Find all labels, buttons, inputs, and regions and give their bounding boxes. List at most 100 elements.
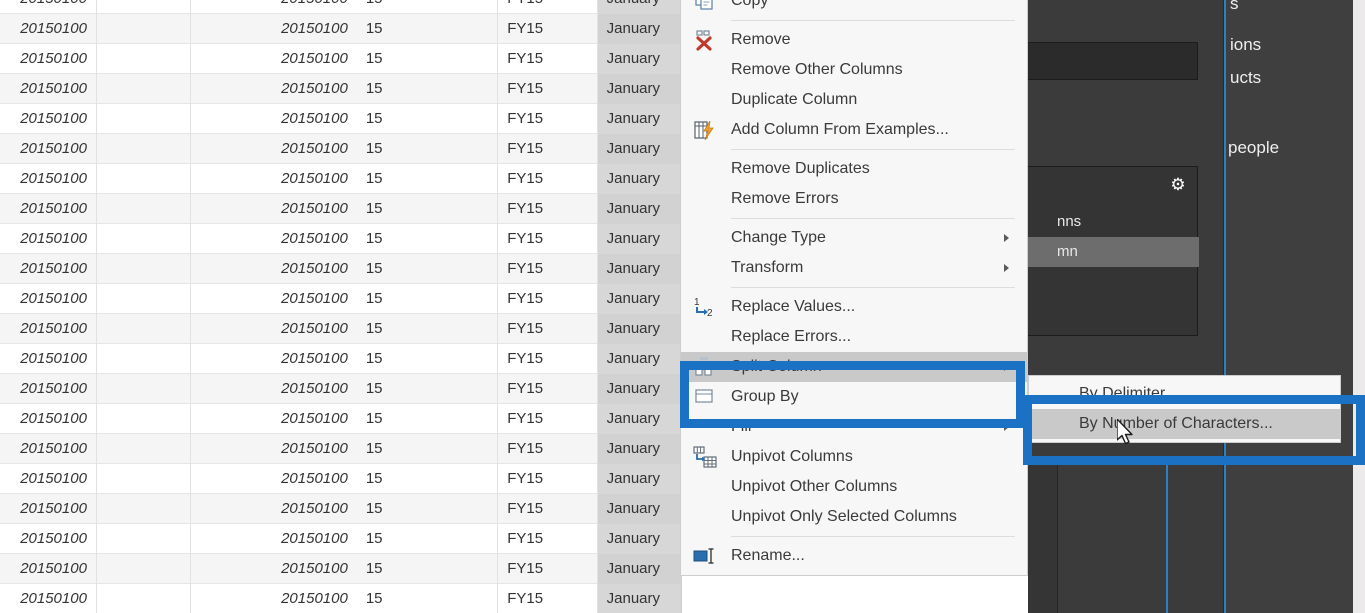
- cell-month: January: [597, 583, 682, 613]
- context-menu-item-label: Replace Errors...: [731, 328, 852, 345]
- menu-separator: [731, 20, 1015, 21]
- context-menu-item-replace-errors[interactable]: Replace Errors...: [681, 322, 1027, 352]
- table-row[interactable]: 201501002015010015FY15January: [0, 43, 682, 74]
- panel-vertical-divider: [1224, 0, 1226, 613]
- cell-index: 20150100: [0, 373, 97, 404]
- context-menu-item-remove-errors[interactable]: Remove Errors: [681, 184, 1027, 214]
- data-grid[interactable]: 20150100 20150100 15 FY15 January 20150100 201…: [0, 0, 682, 613]
- cell-month: January: [597, 433, 682, 464]
- context-menu-item-add-column-from-examples[interactable]: Add Column From Examples...: [681, 115, 1027, 145]
- context-menu-item-change-type[interactable]: Change Type: [681, 223, 1027, 253]
- context-menu-item-copy[interactable]: Copy: [681, 0, 1027, 16]
- table-row[interactable]: 201501002015010015FY15January: [0, 313, 682, 344]
- context-menu-item-remove[interactable]: Remove: [681, 25, 1027, 55]
- table-row[interactable]: 201501002015010015FY15January: [0, 463, 682, 494]
- table-row[interactable]: 201501002015010015FY15January: [0, 73, 682, 104]
- table-row[interactable]: 201501002015010015FY15January: [0, 103, 682, 134]
- cell-fifteen: 15: [357, 553, 499, 584]
- gear-icon[interactable]: ⚙: [1169, 176, 1187, 194]
- table-row[interactable]: 201501002015010015FY15January: [0, 13, 682, 44]
- table-row[interactable]: 201501002015010015FY15January: [0, 223, 682, 254]
- menu-separator: [731, 536, 1015, 537]
- query-settings-panel: ⚙ nns mn s ions ucts people: [968, 0, 1365, 613]
- menu-separator: [731, 218, 1015, 219]
- table-row[interactable]: 201501002015010015FY15January: [0, 193, 682, 224]
- submenu-item-label: By Number of Characters...: [1079, 415, 1273, 432]
- cell-spacer: [97, 13, 191, 44]
- cell-spacer: [97, 0, 191, 14]
- table-row[interactable]: 201501002015010015FY15January: [0, 0, 682, 14]
- context-menu-item-group-by[interactable]: Group By: [681, 382, 1027, 412]
- cell-fiscal-year: FY15: [498, 133, 598, 164]
- cell-spacer: [97, 103, 191, 134]
- context-menu-item-remove-duplicates[interactable]: Remove Duplicates: [681, 154, 1027, 184]
- cell-number: 20150100: [191, 0, 357, 14]
- cell-fifteen: 15: [357, 433, 499, 464]
- grid-rows-container: 20150100 20150100 15 FY15 January 20150100 201…: [0, 0, 682, 613]
- cell-fifteen: 15: [357, 103, 499, 134]
- context-menu-item-replace-values[interactable]: 1 2 Replace Values...: [681, 292, 1027, 322]
- table-row[interactable]: 201501002015010015FY15January: [0, 163, 682, 194]
- cell-fiscal-year: FY15: [498, 463, 598, 494]
- cell-fiscal-year: FY15: [498, 523, 598, 554]
- context-menu-item-label: Remove Other Columns: [731, 61, 903, 78]
- submenu-item-by-delimiter[interactable]: By Delimiter...: [1029, 379, 1340, 409]
- cell-fifteen: 15: [357, 313, 499, 344]
- cell-fifteen: 15: [357, 73, 499, 104]
- table-row[interactable]: 201501002015010015FY15January: [0, 553, 682, 584]
- context-menu-item-transform[interactable]: Transform: [681, 253, 1027, 283]
- submenu-item-by-number-of-characters[interactable]: By Number of Characters...: [1029, 409, 1340, 439]
- context-menu-item-duplicate-column[interactable]: Duplicate Column: [681, 85, 1027, 115]
- panel-partial-text-2[interactable]: ucts: [1230, 68, 1261, 88]
- cell-fiscal-year: FY15: [498, 193, 598, 224]
- context-menu-item-label: Remove Duplicates: [731, 160, 870, 177]
- column-context-menu[interactable]: Copy Remove Remove Other Columns Duplicate …: [680, 0, 1028, 576]
- cell-fifteen: 15: [357, 583, 499, 613]
- table-row[interactable]: 201501002015010015FY15January: [0, 343, 682, 374]
- table-row[interactable]: 201501002015010015FY15January: [0, 253, 682, 284]
- context-menu-item-rename[interactable]: Rename...: [681, 541, 1027, 571]
- context-menu-item-label: Unpivot Other Columns: [731, 478, 898, 495]
- cell-fiscal-year: FY15: [498, 253, 598, 284]
- chevron-right-icon: [1004, 363, 1009, 371]
- cell-fiscal-year: FY15: [498, 313, 598, 344]
- cell-number: 20150100: [281, 589, 348, 607]
- cell-index: 20150100: [0, 433, 97, 464]
- add-column-examples-icon: [693, 119, 717, 141]
- table-row[interactable]: 201501002015010015FY15January: [0, 433, 682, 464]
- table-row[interactable]: 201501002015010015FY15January: [0, 133, 682, 164]
- table-row[interactable]: 201501002015010015FY15January: [0, 523, 682, 554]
- cell-index: 20150100: [0, 133, 97, 164]
- panel-partial-text-3[interactable]: people: [1228, 138, 1279, 158]
- context-menu-item-unpivot-columns[interactable]: Unpivot Columns: [681, 442, 1027, 472]
- cell-number: 20150100: [281, 109, 348, 127]
- unpivot-icon: [693, 446, 717, 468]
- table-row[interactable]: 201501002015010015FY15January: [0, 373, 682, 404]
- cell-month: January: [597, 193, 682, 224]
- table-row[interactable]: 201501002015010015FY15January: [0, 403, 682, 434]
- context-menu-item-remove-other-columns[interactable]: Remove Other Columns: [681, 55, 1027, 85]
- cell-fiscal-year: FY15: [498, 43, 598, 74]
- table-row[interactable]: 201501002015010015FY15January: [0, 283, 682, 314]
- cell-spacer: [97, 583, 191, 613]
- cell-spacer: [97, 283, 191, 314]
- panel-partial-text-1[interactable]: ions: [1230, 35, 1261, 55]
- submenu-item-label: By Delimiter...: [1079, 385, 1178, 402]
- context-menu-item-split-column[interactable]: Split Column: [681, 352, 1027, 382]
- context-menu-item-fill[interactable]: Fill: [681, 412, 1027, 442]
- context-menu-item-label: Remove: [731, 31, 791, 48]
- context-menu-item-label: Add Column From Examples...: [731, 121, 949, 138]
- context-menu-item-label: Remove Errors: [731, 190, 839, 207]
- table-row[interactable]: 201501002015010015FY15January: [0, 493, 682, 524]
- context-menu-item-label: Transform: [731, 259, 804, 276]
- split-column-submenu[interactable]: By Delimiter... By Number of Characters..…: [1028, 375, 1341, 443]
- cell-fifteen: 15: [357, 283, 499, 314]
- cell-spacer: [97, 133, 191, 164]
- context-menu-item-unpivot-other-columns[interactable]: Unpivot Other Columns: [681, 472, 1027, 502]
- context-menu-item-unpivot-only-selected-columns[interactable]: Unpivot Only Selected Columns: [681, 502, 1027, 532]
- cell-number: 20150100: [281, 559, 348, 577]
- table-row[interactable]: 201501002015010015FY15January: [0, 583, 682, 613]
- chevron-right-icon: [1004, 264, 1009, 272]
- mouse-pointer-icon: [1116, 418, 1137, 449]
- cell-month: January: [597, 283, 682, 314]
